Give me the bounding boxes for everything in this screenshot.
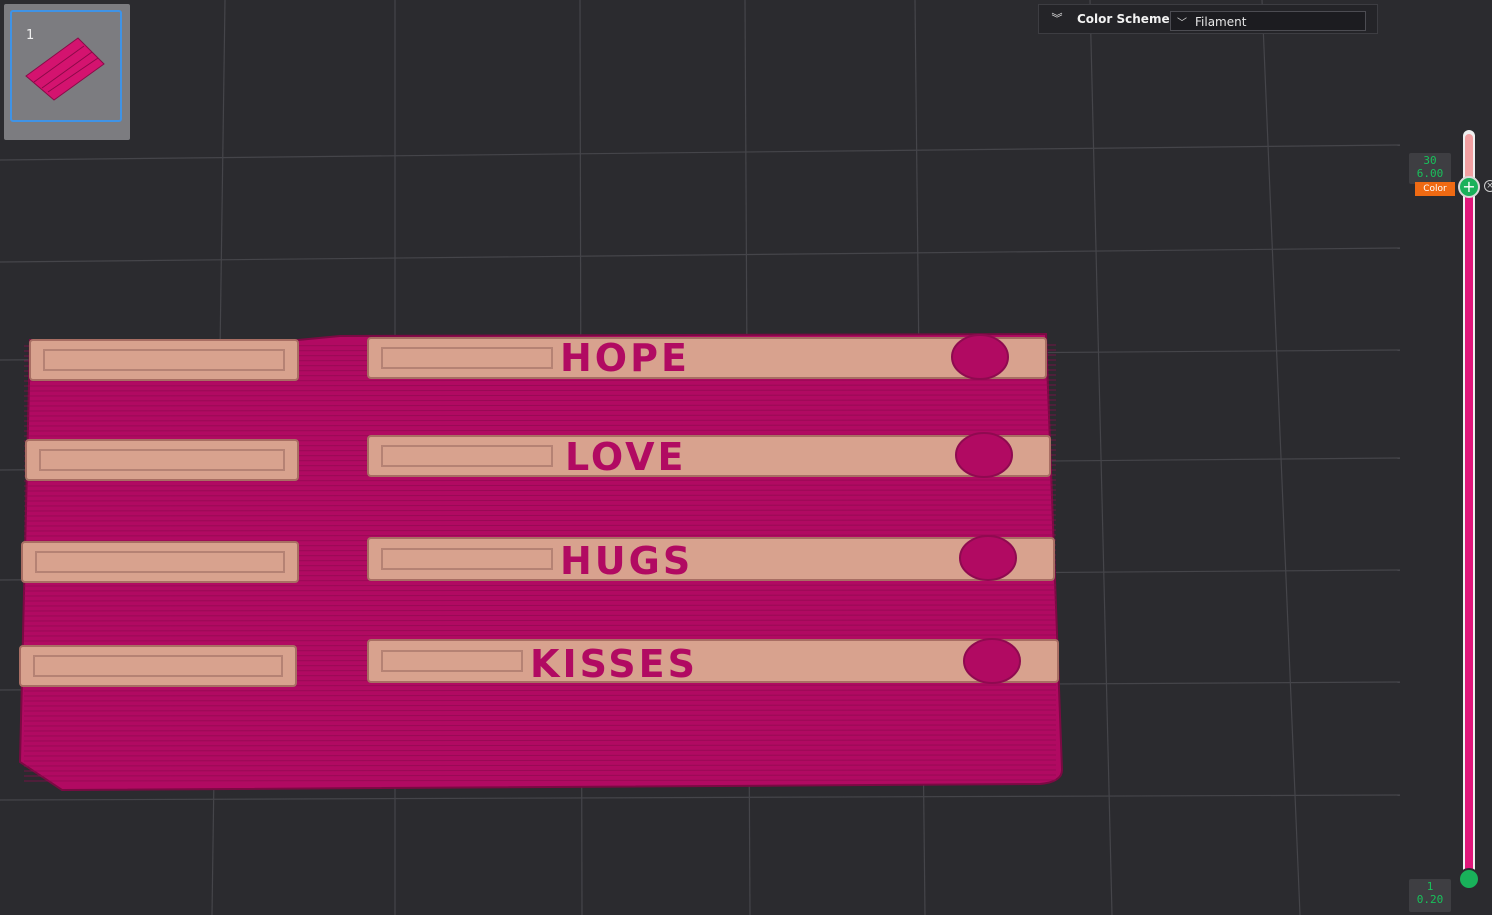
bar-row-4: KISSES <box>19 638 1059 688</box>
top-layer-readout: 30 6.00 <box>1409 153 1451 184</box>
hole <box>963 638 1021 684</box>
sliced-model[interactable]: HOPE LOVE HUGS KISSES <box>18 332 1064 792</box>
plate-preview-icon <box>25 37 105 101</box>
word-label: HUGS <box>560 539 693 583</box>
right-bar <box>367 639 1059 683</box>
plate-thumbnail[interactable]: 1 <box>4 4 130 140</box>
bottom-layer-readout: 1 0.20 <box>1409 879 1451 912</box>
top-slider-handle[interactable]: + <box>1458 176 1480 198</box>
chevron-down-icon: ﹀ <box>1177 18 1187 29</box>
top-layer-number: 30 <box>1423 154 1437 167</box>
double-chevron-down-icon[interactable]: ︾ <box>1049 11 1065 27</box>
color-change-tag[interactable]: Color <box>1415 182 1455 196</box>
left-bar <box>25 439 299 481</box>
right-bar <box>367 537 1055 581</box>
left-bar <box>21 541 299 583</box>
color-scheme-label: Color Scheme <box>1077 12 1170 26</box>
scene-svg: HOPE LOVE HUGS KISSES <box>0 0 1401 915</box>
plus-icon[interactable]: + <box>1462 177 1475 196</box>
bottom-slider-handle[interactable] <box>1458 868 1480 890</box>
color-scheme-dropdown[interactable]: ﹀ Filament <box>1170 11 1366 31</box>
hole <box>951 334 1009 380</box>
hole <box>955 432 1013 478</box>
right-bar <box>367 435 1051 477</box>
left-bar <box>29 339 299 381</box>
word-label: KISSES <box>530 642 698 686</box>
bar-row-1: HOPE <box>29 334 1047 382</box>
top-layer-height: 6.00 <box>1416 167 1444 180</box>
color-scheme-panel: ︾ Color Scheme ﹀ Filament <box>1038 4 1378 34</box>
word-label: HOPE <box>560 336 690 380</box>
hole <box>959 535 1017 581</box>
right-bar <box>367 337 1047 379</box>
bottom-layer-height: 0.20 <box>1416 893 1444 906</box>
color-scheme-selected: Filament <box>1195 15 1247 29</box>
3d-viewport[interactable]: HOPE LOVE HUGS KISSES <box>0 0 1492 915</box>
layer-slider-track <box>1463 130 1475 882</box>
layer-slider[interactable] <box>1462 130 1476 882</box>
word-label: LOVE <box>565 435 687 479</box>
close-icon[interactable]: × <box>1484 180 1492 192</box>
bar-row-3: HUGS <box>21 535 1055 585</box>
bottom-layer-number: 1 <box>1426 880 1434 893</box>
bar-row-2: LOVE <box>25 432 1051 481</box>
left-bar <box>19 645 297 687</box>
